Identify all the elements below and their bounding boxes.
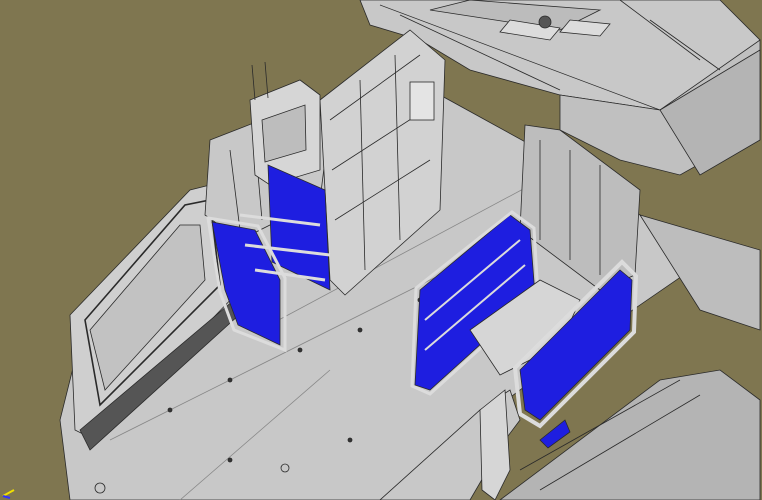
- partition-access-panel[interactable]: [409, 81, 435, 121]
- floor-bolt-icon: [347, 437, 353, 443]
- floor-bolt-icon: [357, 327, 363, 333]
- floor-bolt-icon: [167, 407, 173, 413]
- floor-bolt-icon: [297, 347, 303, 353]
- floor-bolt-icon: [227, 457, 233, 463]
- vent-cap-icon: [538, 15, 552, 29]
- cad-3d-viewport[interactable]: [0, 0, 762, 500]
- cad-model-canvas[interactable]: [0, 0, 762, 500]
- floor-bolt-icon: [227, 377, 233, 383]
